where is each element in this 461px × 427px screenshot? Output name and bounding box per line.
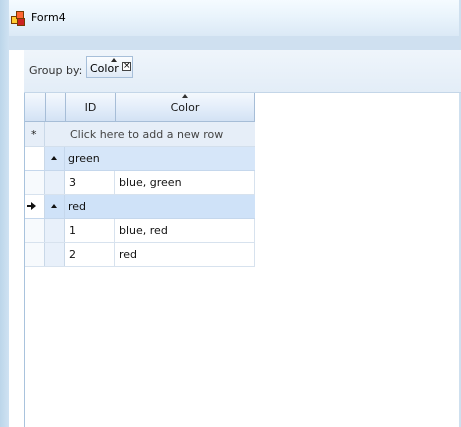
row-header-corner (25, 93, 46, 122)
cell-value: blue, green (119, 176, 182, 189)
group-label: red (68, 200, 87, 213)
row-selector[interactable] (25, 243, 45, 266)
group-by-panel[interactable]: Group by: Color × (24, 50, 461, 93)
window-title: Form4 (31, 11, 66, 24)
cell-value: red (119, 248, 138, 261)
group-indent (45, 219, 65, 242)
group-label: green (68, 152, 100, 165)
cell-value: 2 (69, 248, 76, 261)
collapse-icon (51, 204, 57, 208)
app-icon[interactable] (11, 11, 25, 26)
column-header-label: Color (170, 101, 200, 114)
group-expander[interactable] (45, 195, 65, 218)
sort-ascending-icon (182, 94, 188, 98)
group-indent-header (46, 93, 66, 122)
group-by-label: Group by: (29, 64, 83, 77)
cell-id[interactable]: 3 (65, 171, 115, 194)
title-bar[interactable]: Form4 (0, 0, 461, 36)
row-selector[interactable]: * (25, 122, 45, 146)
sort-ascending-icon (111, 58, 117, 62)
cell-id[interactable]: 2 (65, 243, 115, 266)
cell-color[interactable]: red (115, 243, 255, 266)
current-row-arrow-icon (27, 202, 36, 210)
new-row-prompt: Click here to add a new row (70, 128, 224, 141)
column-header-label: ID (84, 101, 97, 114)
group-chip-color[interactable]: Color × (86, 56, 133, 78)
cell-color[interactable]: blue, red (115, 219, 255, 242)
group-expander[interactable] (45, 147, 65, 170)
cell-value: blue, red (119, 224, 168, 237)
group-row-red[interactable]: red (25, 195, 255, 219)
remove-group-icon[interactable]: × (122, 62, 131, 71)
cell-color[interactable]: blue, green (115, 171, 255, 194)
group-row-green[interactable]: green (25, 147, 255, 171)
collapse-icon (51, 156, 57, 160)
cell-value: 3 (69, 176, 76, 189)
cell-value: 1 (69, 224, 76, 237)
new-row-star-icon: * (31, 128, 37, 141)
cell-id[interactable]: 1 (65, 219, 115, 242)
group-indent (45, 171, 65, 194)
group-chip-label: Color (90, 62, 119, 75)
table-row[interactable]: 2 red (25, 243, 255, 267)
row-selector[interactable] (25, 171, 45, 194)
column-header-id[interactable]: ID (66, 93, 116, 122)
row-selector[interactable] (25, 219, 45, 242)
table-row[interactable]: 3 blue, green (25, 171, 255, 195)
row-selector[interactable] (25, 195, 45, 218)
left-gutter (9, 50, 25, 427)
row-selector[interactable] (25, 147, 45, 170)
window-frame-left (0, 0, 9, 427)
new-row[interactable]: * Click here to add a new row (25, 122, 255, 147)
column-header-color[interactable]: Color (116, 93, 255, 122)
group-indent (45, 243, 65, 266)
table-row[interactable]: 1 blue, red (25, 219, 255, 243)
